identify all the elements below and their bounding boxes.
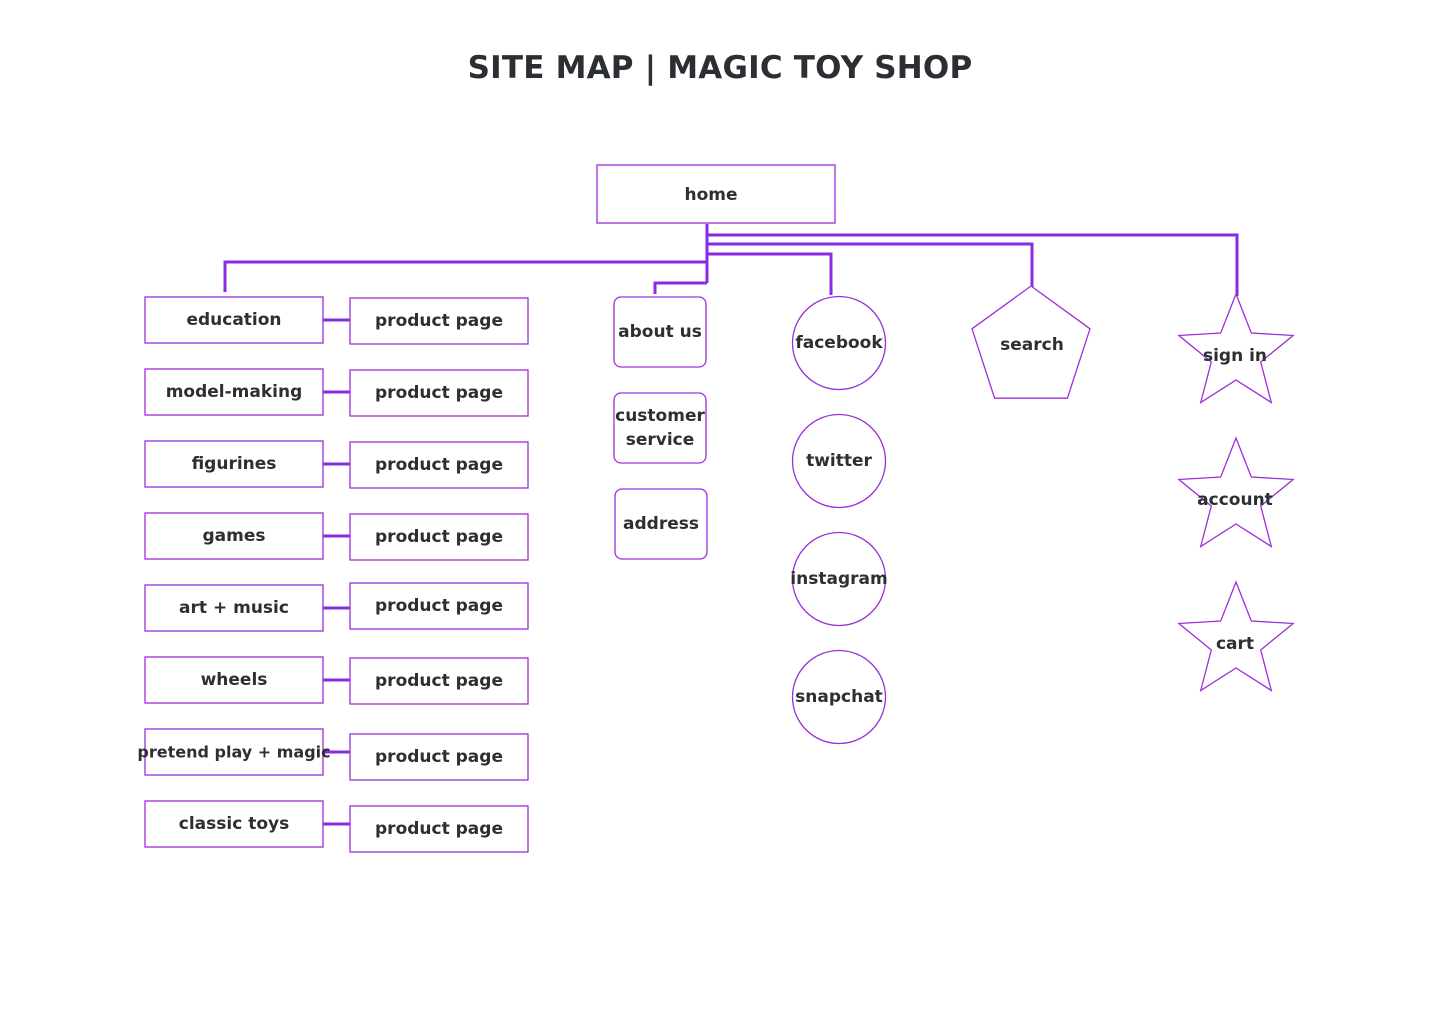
category-label: games — [202, 526, 265, 546]
product-page-label: product page — [375, 383, 503, 403]
search-branch-connector — [707, 242, 1034, 296]
category-label: wheels — [201, 670, 268, 690]
product-page-label: product page — [375, 671, 503, 691]
category-label: model-making — [166, 382, 303, 402]
nodes: home education product page model-making pro… — [137, 164, 1295, 853]
product-page-label: product page — [375, 455, 503, 475]
info-page-label: customer — [615, 406, 705, 426]
product-page-label: product page — [375, 527, 503, 547]
info-page-label: service — [626, 430, 695, 450]
account-star-label: account — [1197, 490, 1273, 510]
account-star-label: cart — [1216, 634, 1254, 654]
category-label: art + music — [179, 598, 289, 618]
social-branch-connector — [707, 252, 833, 295]
info-branch-connector — [653, 281, 707, 294]
product-page-label: product page — [375, 819, 503, 839]
site-map-diagram: home education product page model-making pro… — [137, 164, 1295, 853]
account-star-label: sign in — [1203, 346, 1267, 366]
category-label: pretend play + magic — [137, 743, 330, 762]
category-label: education — [186, 310, 281, 330]
search-label: search — [1000, 335, 1064, 355]
info-page-node[interactable] — [613, 392, 707, 464]
product-page-label: product page — [375, 596, 503, 616]
categories-branch-connector — [223, 260, 707, 292]
social-label: facebook — [795, 333, 883, 353]
info-page-label: about us — [618, 322, 702, 342]
category-label: figurines — [192, 454, 277, 474]
info-page-label: address — [623, 514, 699, 534]
category-label: classic toys — [179, 814, 289, 834]
social-label: twitter — [806, 451, 872, 471]
home-label: home — [684, 185, 737, 205]
product-page-label: product page — [375, 311, 503, 331]
social-label: instagram — [790, 569, 887, 589]
social-label: snapchat — [795, 687, 883, 707]
product-page-label: product page — [375, 747, 503, 767]
